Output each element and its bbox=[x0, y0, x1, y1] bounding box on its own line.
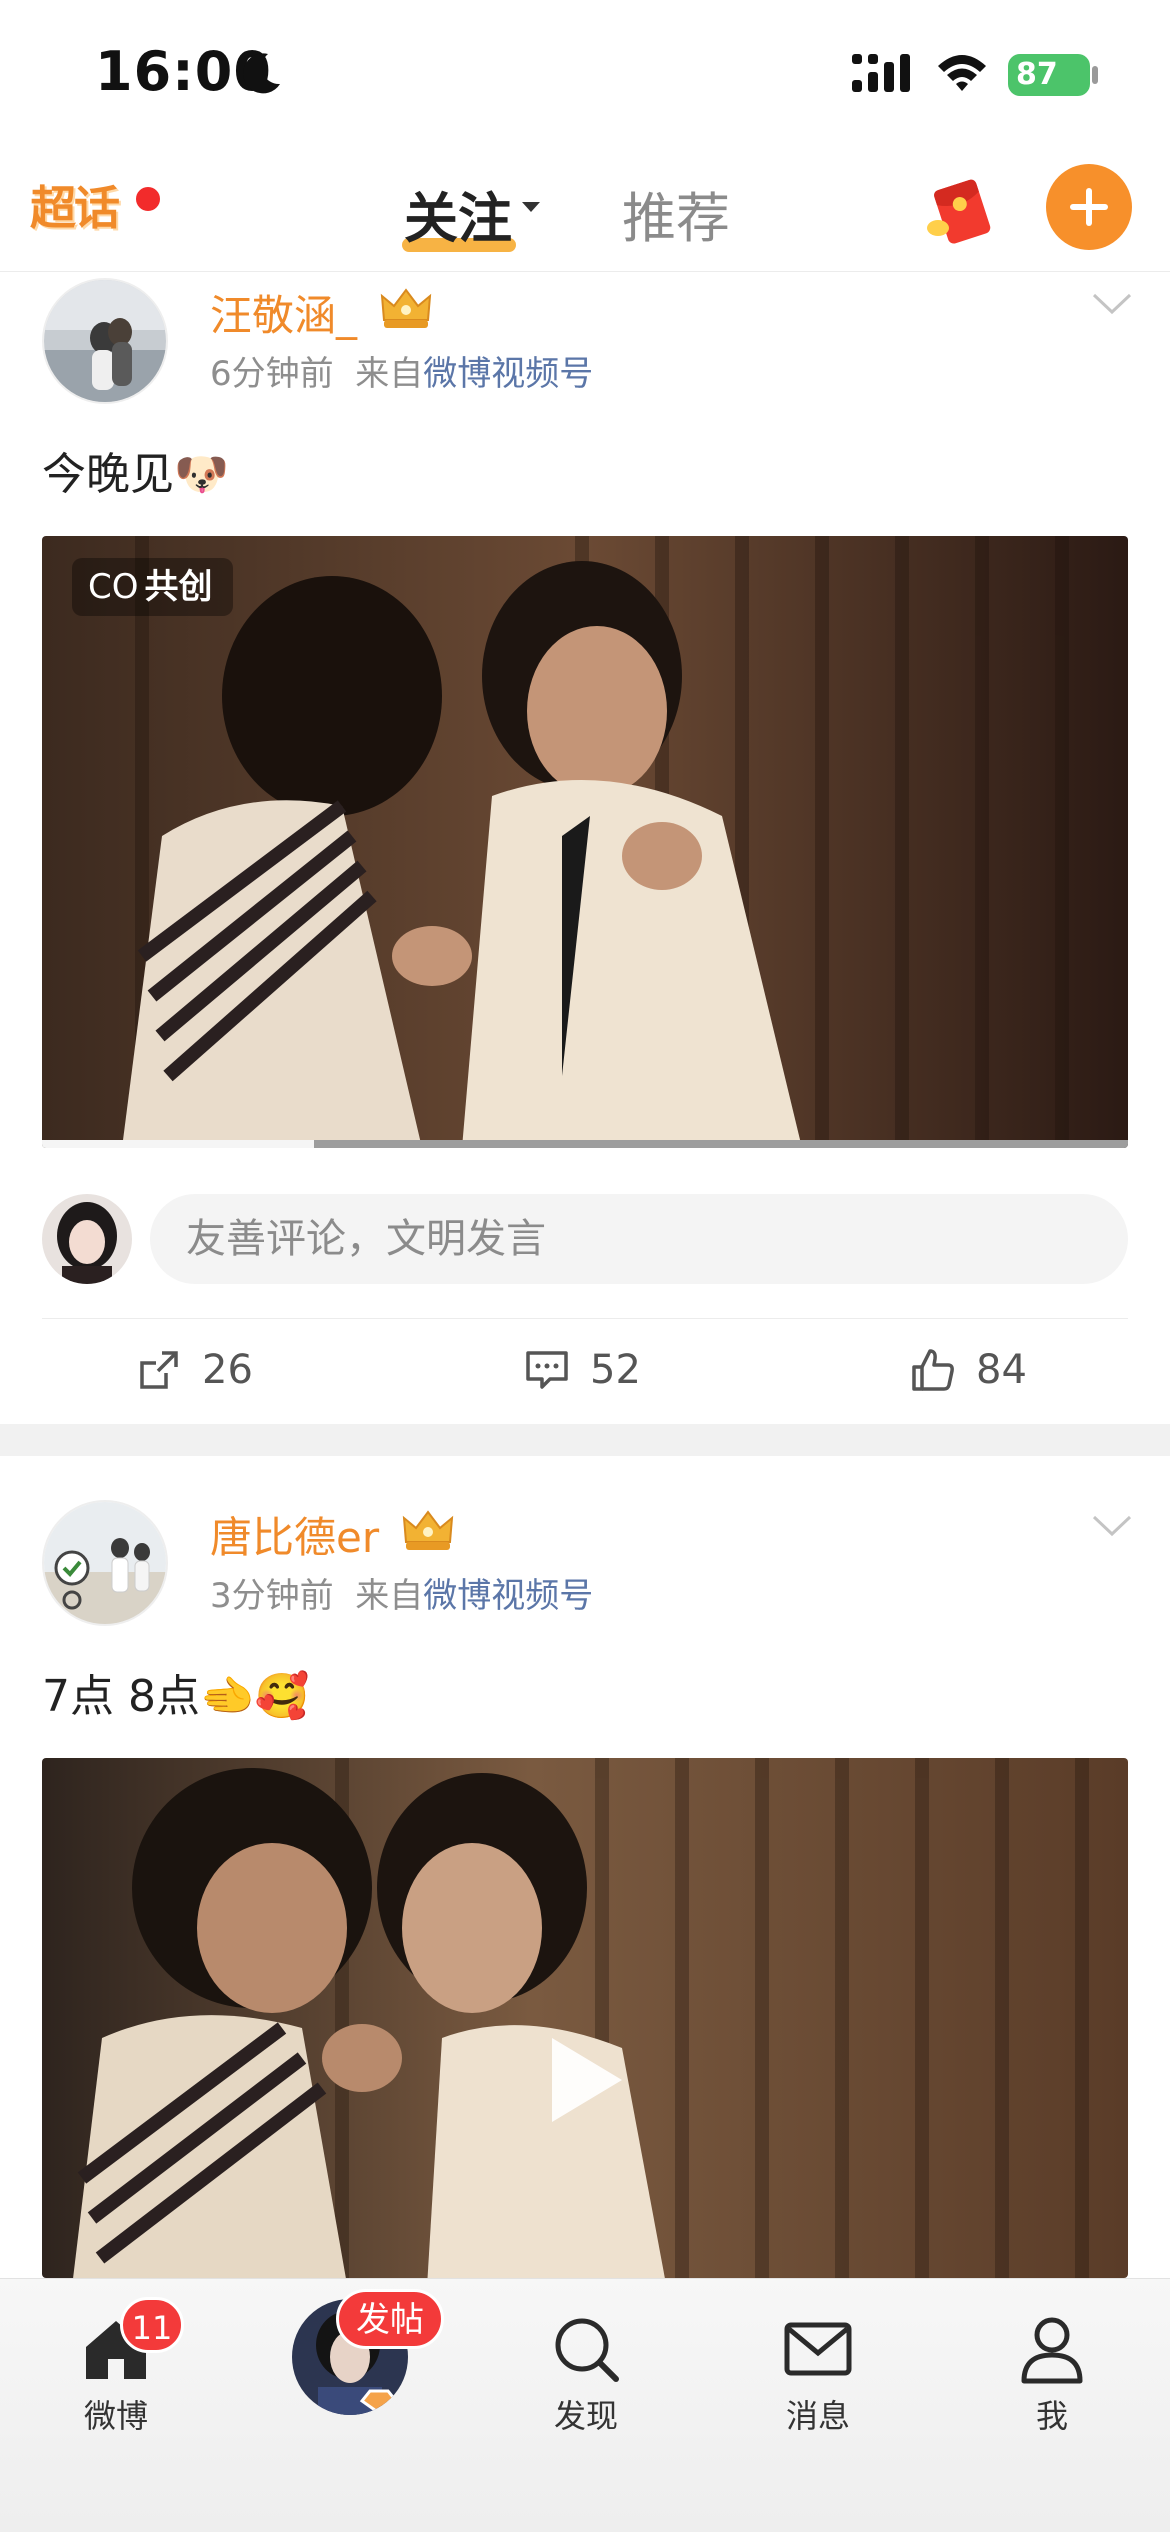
search-icon bbox=[555, 2318, 619, 2382]
from-prefix: 来自 bbox=[355, 354, 424, 394]
post-badge[interactable]: 发帖 bbox=[336, 2289, 444, 2349]
battery-tip bbox=[1092, 66, 1098, 84]
comment-row: 友善评论，文明发言 bbox=[0, 1190, 1170, 1290]
video-player[interactable]: CO 共创 bbox=[42, 536, 1128, 1148]
username[interactable]: 唐比德er bbox=[210, 1504, 379, 1565]
divider bbox=[42, 1318, 1128, 1319]
like-button[interactable]: 84 bbox=[910, 1320, 1027, 1420]
chevron-down-icon[interactable] bbox=[1092, 292, 1132, 316]
comment-button[interactable]: 52 bbox=[524, 1320, 641, 1420]
comment-icon bbox=[526, 1351, 568, 1389]
cocreate-badge: CO 共创 bbox=[72, 558, 233, 616]
video-progress-bar[interactable] bbox=[42, 1140, 1128, 1148]
my-avatar[interactable] bbox=[42, 1194, 132, 1284]
cocreate-icon: CO bbox=[88, 567, 139, 607]
play-icon[interactable] bbox=[552, 2038, 622, 2122]
tab-me-label: 我 bbox=[1035, 2397, 1068, 2435]
top-nav: 超话 关注 推荐 bbox=[0, 150, 1170, 272]
profile-icon bbox=[1021, 2317, 1083, 2384]
tab-discover-label: 发现 bbox=[553, 2397, 618, 2435]
logo-text: 超话 bbox=[30, 181, 120, 235]
tab-me[interactable]: 我 bbox=[972, 2299, 1132, 2449]
post-text: 今晚见🐶 bbox=[42, 449, 229, 500]
repost-button[interactable]: 26 bbox=[136, 1320, 253, 1420]
comment-count: 52 bbox=[590, 1347, 641, 1393]
video-thumbnail bbox=[42, 536, 1128, 1148]
crown-icon bbox=[380, 288, 432, 328]
tab-home-label: 微博 bbox=[83, 2397, 148, 2435]
supertopic-logo[interactable]: 超话 bbox=[30, 172, 163, 242]
user-avatar[interactable] bbox=[42, 1500, 168, 1626]
status-bar: 16:00 87 bbox=[0, 0, 1170, 150]
from-prefix: 来自 bbox=[355, 1576, 424, 1616]
tab-home[interactable]: 微博 11 bbox=[36, 2297, 196, 2449]
user-avatar[interactable] bbox=[42, 278, 168, 404]
feed-separator bbox=[0, 1424, 1170, 1456]
post-text: 7点 8点🫲🥰 bbox=[42, 1671, 310, 1722]
cocreate-label: 共创 bbox=[144, 567, 213, 607]
time-ago: 3分钟前 bbox=[210, 1576, 334, 1616]
action-bar: 26 52 84 bbox=[0, 1320, 1170, 1420]
feed-post: 唐比德er 3分钟前 来自微博视频号 7点 8点🫲🥰 bbox=[0, 1456, 1170, 2278]
time-ago: 6分钟前 bbox=[210, 354, 334, 394]
post-meta: 6分钟前 来自微博视频号 bbox=[210, 346, 593, 395]
video-thumbnail bbox=[42, 1758, 1128, 2278]
bottom-tab-bar: 微博 11 发帖 发现 消息 我 bbox=[0, 2278, 1170, 2532]
repost-count: 26 bbox=[202, 1347, 253, 1393]
source-link[interactable]: 微博视频号 bbox=[423, 1576, 593, 1616]
crown-icon bbox=[402, 1510, 454, 1550]
battery-indicator: 87 bbox=[1008, 54, 1090, 96]
tab-messages[interactable]: 消息 bbox=[738, 2299, 898, 2449]
battery-level: 87 bbox=[1016, 57, 1058, 92]
tab-discover[interactable]: 发现 bbox=[506, 2299, 666, 2449]
moon-icon bbox=[243, 53, 280, 94]
compose-plus-button[interactable] bbox=[1046, 164, 1132, 250]
video-player[interactable] bbox=[42, 1758, 1128, 2278]
wifi-icon bbox=[938, 55, 986, 91]
share-icon bbox=[140, 1351, 178, 1389]
notification-dot bbox=[133, 184, 163, 214]
tab-messages-label: 消息 bbox=[785, 2397, 850, 2435]
caret-down-icon[interactable] bbox=[522, 202, 540, 212]
tab-follow[interactable]: 关注 bbox=[404, 174, 512, 253]
post-meta: 3分钟前 来自微博视频号 bbox=[210, 1568, 593, 1617]
tab-recommend[interactable]: 推荐 bbox=[622, 174, 730, 253]
like-count: 84 bbox=[976, 1347, 1027, 1393]
cellular-signal-icon bbox=[852, 54, 910, 92]
chevron-down-icon[interactable] bbox=[1092, 1514, 1132, 1538]
comment-input[interactable]: 友善评论，文明发言 bbox=[150, 1194, 1128, 1284]
feed-post: 汪敬涵_ 6分钟前 来自微博视频号 今晚见🐶 CO 共创 友善评论，文明发言 2… bbox=[0, 272, 1170, 1420]
mail-icon bbox=[784, 2322, 852, 2376]
username[interactable]: 汪敬涵_ bbox=[210, 282, 357, 343]
thumbs-up-icon bbox=[912, 1349, 954, 1391]
video-progress-fill bbox=[42, 1140, 314, 1148]
source-link[interactable]: 微博视频号 bbox=[423, 354, 593, 394]
home-unread-badge: 11 bbox=[120, 2297, 184, 2353]
red-envelope-icon[interactable] bbox=[926, 176, 996, 246]
